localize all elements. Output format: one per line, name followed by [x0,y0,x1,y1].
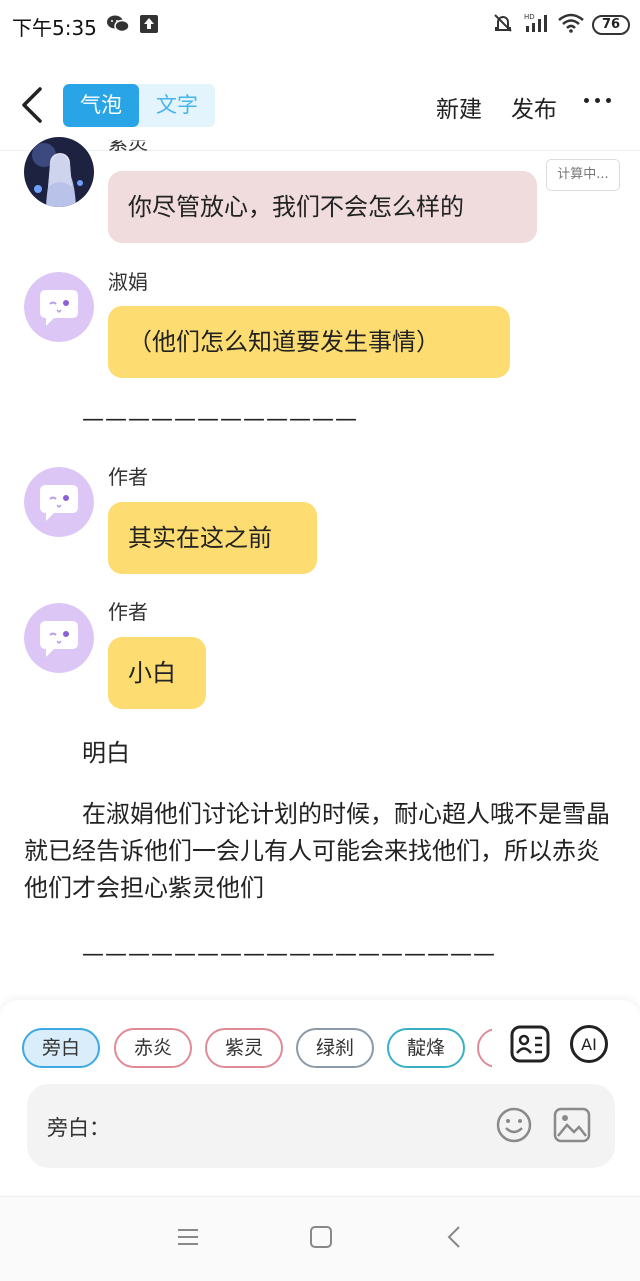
role-chip[interactable]: 绿刹 [296,1028,374,1068]
home-icon[interactable] [309,1225,333,1253]
message-input[interactable]: 旁白： [27,1084,615,1168]
system-nav-bar [0,1196,640,1281]
upload-icon [139,14,159,38]
svg-text:HD: HD [524,13,535,21]
message-bubble[interactable]: 其实在这之前 [108,502,317,574]
message-bubble[interactable]: 你尽管放心，我们不会怎么样的 [108,171,537,243]
input-role-label: 旁白： [47,1116,110,1140]
message-bubble[interactable]: （他们怎么知道要发生事情） [108,306,510,378]
wifi-icon [558,13,584,37]
status-badge: 计算中... [546,159,620,191]
mode-toggle: 气泡 文字 [63,84,215,127]
role-chip-partial[interactable] [477,1028,492,1068]
back-arrow-icon[interactable] [18,85,46,129]
back-nav-icon[interactable] [444,1225,464,1253]
wechat-icon [106,14,130,38]
tab-bubble[interactable]: 气泡 [63,84,139,127]
role-card-icon[interactable] [510,1024,550,1064]
mute-bell-icon [492,12,514,38]
emoji-icon[interactable] [495,1106,533,1148]
message-sender-name: 淑娟 [108,270,148,294]
role-chip[interactable]: 赤炎 [114,1028,192,1068]
scene-divider: —————————————————— [82,942,496,967]
narration-text[interactable]: 明白 [24,735,616,772]
role-selector: 旁白 赤炎 紫灵 绿刹 靛烽 [22,1028,492,1068]
ai-label: AI [581,1035,597,1054]
avatar-default-chat-icon[interactable] [24,603,94,673]
new-button[interactable]: 新建 [436,90,482,124]
message-sender-name: 作者 [108,600,148,624]
ai-assistant-button[interactable]: AI [569,1024,609,1064]
role-chip[interactable]: 紫灵 [205,1028,283,1068]
status-bar: 下午5:35 HD 76 [0,0,640,50]
publish-button[interactable]: 发布 [511,90,557,124]
role-chip-narrator[interactable]: 旁白 [22,1028,100,1068]
menu-icon[interactable] [176,1225,200,1253]
avatar-default-chat-icon[interactable] [24,272,94,342]
more-menu-icon[interactable] [584,98,611,103]
editor-toolbar: 气泡 文字 新建 发布 [0,60,640,151]
avatar-default-chat-icon[interactable] [24,467,94,537]
tab-text[interactable]: 文字 [139,84,215,127]
role-chip[interactable]: 靛烽 [387,1028,465,1068]
avatar-character-portrait[interactable] [24,137,94,207]
message-bubble[interactable]: 小白 [108,637,206,709]
battery-indicator: 76 [592,15,630,35]
status-time: 下午5:35 [12,16,97,40]
scene-divider: ———————————— [82,407,358,432]
signal-icon: HD [522,12,550,38]
input-panel: 旁白 赤炎 紫灵 绿刹 靛烽 AI 旁白： [0,1000,640,1195]
image-icon[interactable] [552,1106,592,1148]
message-sender-name: 作者 [108,465,148,489]
narration-paragraph[interactable]: 在淑娟他们讨论计划的时候，耐心超人哦不是雪晶就已经告诉他们一会儿有人可能会来找他… [24,796,616,907]
